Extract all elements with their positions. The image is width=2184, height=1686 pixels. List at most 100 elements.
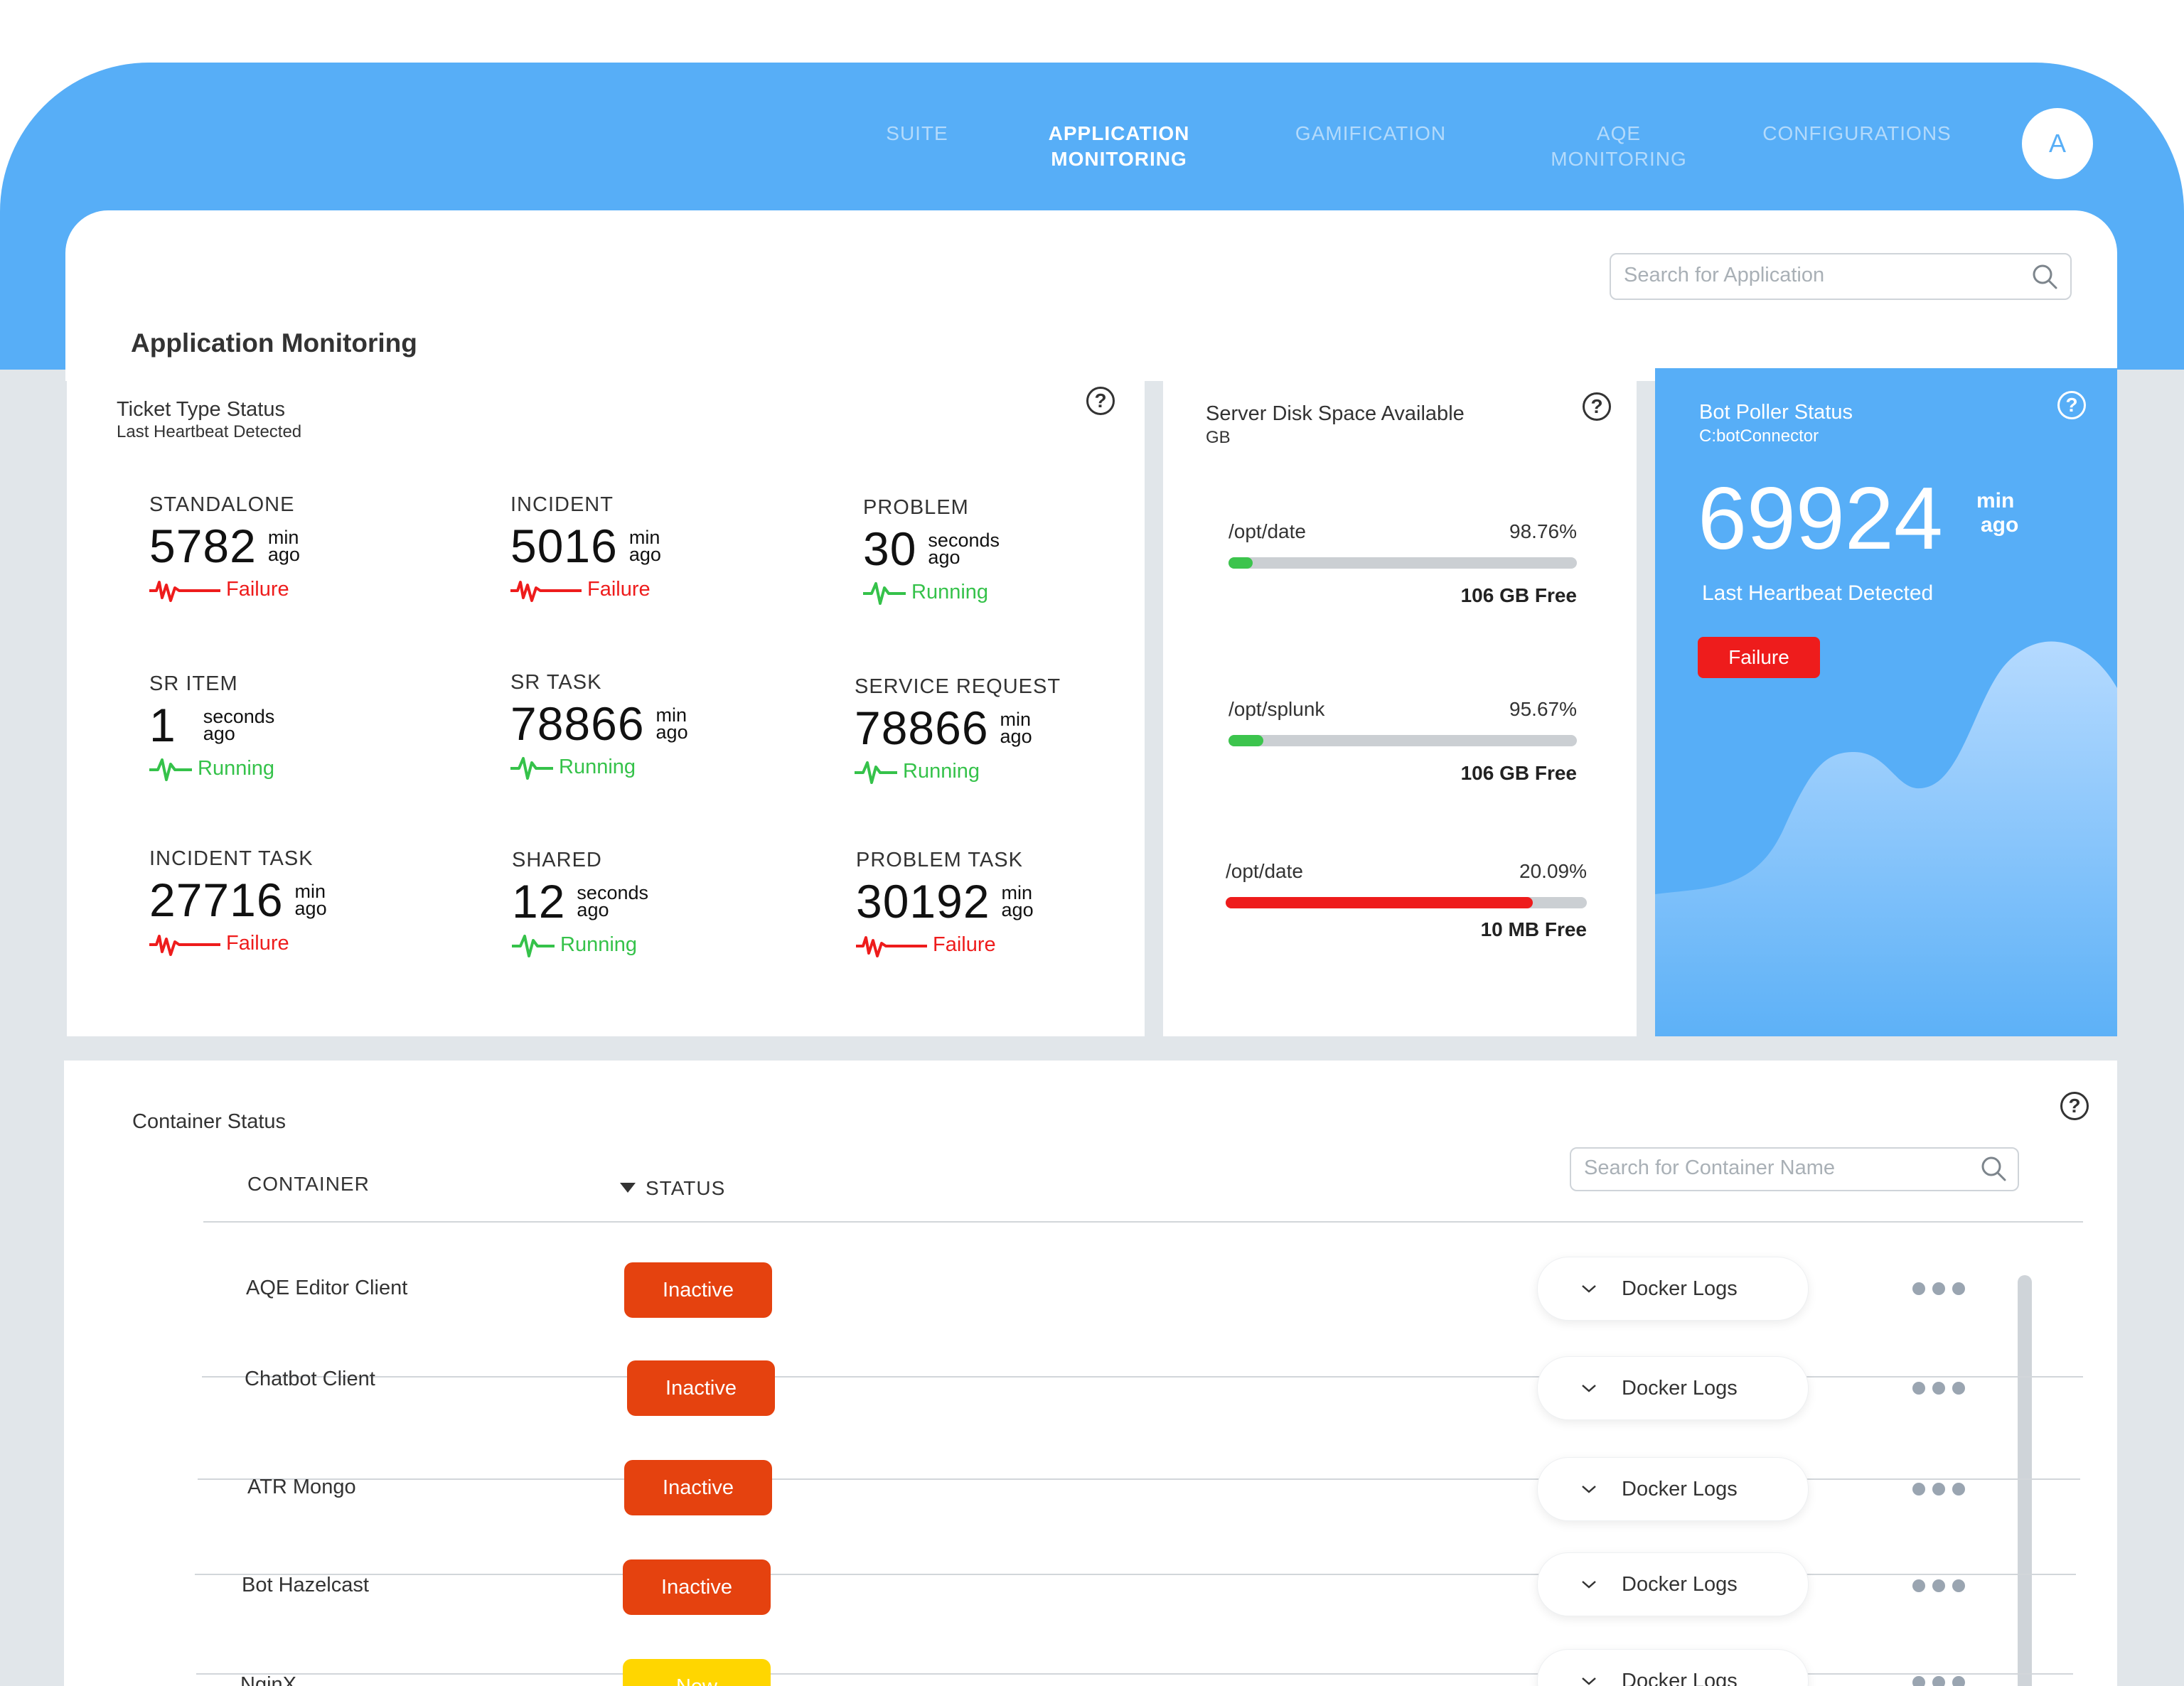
application-search-input[interactable]: Search for Application — [1624, 264, 1824, 287]
disk-usage-bar — [1228, 735, 1577, 746]
ticket-type-status-card: Ticket Type Status Last Heartbeat Detect… — [67, 368, 1145, 1036]
disk-percent: 95.67% — [1509, 698, 1577, 720]
help-icon[interactable]: ? — [2057, 391, 2086, 419]
scrollbar[interactable] — [2018, 1275, 2032, 1686]
ticket-item-problem-task[interactable]: PROBLEM TASK 30192 min ago Failure — [856, 849, 1091, 960]
ticket-item-shared[interactable]: SHARED 12 seconds ago Running — [512, 849, 746, 960]
docker-logs-label: Docker Logs — [1622, 1277, 1738, 1300]
help-icon[interactable]: ? — [1583, 392, 1611, 421]
disk-card-title: Server Disk Space Available — [1206, 402, 1465, 425]
status-badge[interactable]: Inactive — [624, 1262, 772, 1318]
chevron-down-icon — [1582, 1285, 1596, 1293]
ticket-status: Running — [903, 759, 980, 783]
app-frame: SUITE APPLICATION MONITORING GAMIFICATIO… — [0, 63, 2184, 1686]
column-header-status[interactable]: STATUS — [620, 1177, 725, 1200]
status-badge[interactable]: Inactive — [627, 1360, 775, 1416]
docker-logs-button[interactable]: Docker Logs — [1537, 1552, 1809, 1616]
ticket-name: PROBLEM — [863, 496, 969, 519]
bot-card-subtitle: C:botConnector — [1699, 426, 1819, 446]
search-icon[interactable] — [2030, 262, 2059, 294]
ticket-value: 12 — [512, 875, 566, 928]
help-icon[interactable]: ? — [2060, 1092, 2089, 1120]
heartbeat-area — [1655, 641, 2117, 1036]
heartbeat-area-chart — [1655, 641, 2117, 1036]
container-name: NginX — [240, 1673, 296, 1686]
ticket-unit: min ago — [655, 704, 688, 743]
pulse-icon — [856, 936, 927, 957]
more-icon[interactable] — [1912, 1382, 1965, 1395]
disk-path: /opt/splunk — [1228, 698, 1325, 720]
container-search-input[interactable]: Search for Container Name — [1584, 1156, 1835, 1180]
docker-logs-label: Docker Logs — [1622, 1376, 1738, 1400]
ticket-item-incident[interactable]: INCIDENT 5016 min ago Failure — [510, 493, 745, 605]
disk-percent: 98.76% — [1509, 520, 1577, 542]
ticket-item-service-request[interactable]: SERVICE REQUEST 78866 min ago Running — [855, 675, 1089, 787]
ticket-item-sr-task[interactable]: SR TASK 78866 min ago Running — [510, 671, 745, 783]
nav-configurations[interactable]: CONFIGURATIONS — [1750, 121, 1964, 146]
ticket-name: PROBLEM TASK — [856, 849, 1023, 871]
ticket-item-problem[interactable]: PROBLEM 30 seconds ago Running — [863, 496, 1098, 608]
more-icon[interactable] — [1912, 1579, 1965, 1592]
container-name: ATR Mongo — [247, 1476, 356, 1498]
docker-logs-label: Docker Logs — [1622, 1572, 1738, 1596]
divider — [203, 1221, 2083, 1223]
docker-logs-button[interactable]: Docker Logs — [1537, 1356, 1809, 1420]
ticket-value: 30192 — [856, 875, 990, 928]
docker-logs-label: Docker Logs — [1622, 1669, 1738, 1686]
ticket-value: 5016 — [510, 520, 618, 572]
more-icon[interactable] — [1912, 1676, 1965, 1686]
docker-logs-button[interactable]: Docker Logs — [1537, 1649, 1809, 1686]
docker-logs-button[interactable]: Docker Logs — [1537, 1457, 1809, 1521]
ticket-value: 78866 — [855, 702, 989, 754]
sort-down-icon[interactable] — [620, 1183, 636, 1194]
chevron-down-icon — [1582, 1677, 1596, 1685]
ticket-item-sr-item[interactable]: SR ITEM 1 seconds ago Running — [149, 672, 384, 784]
column-header-status-label: STATUS — [646, 1177, 726, 1199]
ticket-status: Failure — [933, 933, 996, 956]
nav-gamification[interactable]: GAMIFICATION — [1283, 121, 1459, 146]
status-badge[interactable]: Inactive — [623, 1559, 771, 1615]
status-badge[interactable]: Inactive — [624, 1460, 772, 1515]
nav-aqe-monitoring[interactable]: AQE MONITORING — [1544, 121, 1693, 172]
disk-usage-fill — [1226, 897, 1533, 908]
disk-card-subtitle: GB — [1206, 428, 1231, 447]
ticket-unit: seconds ago — [577, 882, 648, 920]
server-disk-space-card: Server Disk Space Available GB ? /opt/da… — [1163, 368, 1637, 1036]
pulse-icon — [863, 582, 906, 605]
pulse-icon — [149, 581, 220, 602]
pulse-icon — [149, 935, 220, 956]
chevron-down-icon — [1582, 1385, 1596, 1392]
application-search[interactable]: Search for Application — [1610, 253, 2072, 300]
ticket-name: STANDALONE — [149, 493, 295, 516]
ticket-unit: min ago — [628, 527, 661, 565]
ticket-value: 27716 — [149, 874, 284, 926]
bot-status-badge: Failure — [1698, 637, 1820, 678]
status-badge[interactable]: New — [623, 1659, 771, 1686]
bot-card-title: Bot Poller Status — [1699, 401, 1853, 424]
nav-application-monitoring[interactable]: APPLICATION MONITORING — [1032, 121, 1206, 172]
ticket-unit: min ago — [267, 527, 300, 565]
ticket-item-incident-task[interactable]: INCIDENT TASK 27716 min ago Failure — [149, 847, 384, 959]
help-icon[interactable]: ? — [1086, 387, 1115, 415]
ticket-unit: seconds ago — [928, 530, 1000, 568]
docker-logs-label: Docker Logs — [1622, 1477, 1738, 1500]
docker-logs-button[interactable]: Docker Logs — [1537, 1257, 1809, 1321]
ticket-name: SR ITEM — [149, 672, 238, 695]
container-card-title: Container Status — [132, 1110, 287, 1133]
nav-suite[interactable]: SUITE — [869, 121, 965, 146]
pulse-icon — [512, 935, 555, 957]
disk-item: /opt/date 98.76% 106 GB Free — [1228, 520, 1577, 607]
column-header-container[interactable]: CONTAINER — [247, 1173, 370, 1196]
disk-percent: 20.09% — [1519, 860, 1587, 882]
ticket-status: Failure — [587, 577, 651, 601]
more-icon[interactable] — [1912, 1483, 1965, 1496]
container-search[interactable]: Search for Container Name — [1570, 1147, 2019, 1191]
chevron-down-icon — [1582, 1486, 1596, 1493]
disk-item: /opt/date 20.09% 10 MB Free — [1226, 860, 1587, 941]
user-avatar[interactable]: A — [2022, 108, 2093, 179]
ticket-unit: min ago — [294, 881, 327, 919]
ticket-status: Running — [560, 933, 638, 956]
ticket-item-standalone[interactable]: STANDALONE 5782 min ago Failure — [149, 493, 384, 605]
more-icon[interactable] — [1912, 1282, 1965, 1295]
search-icon[interactable] — [1979, 1154, 2008, 1186]
